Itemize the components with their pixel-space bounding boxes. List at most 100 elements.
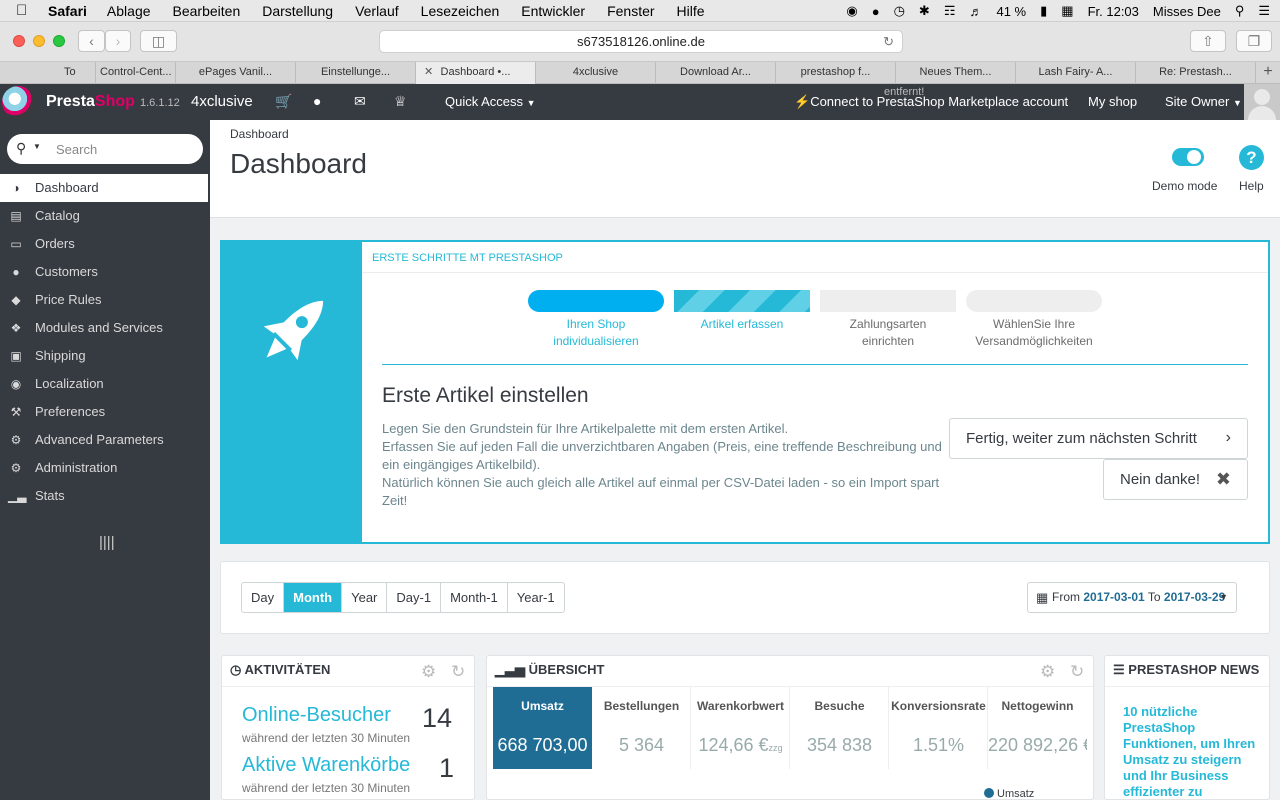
sidebar-item-price-rules[interactable]: ◆ Price Rules xyxy=(0,286,210,314)
tab[interactable]: prestashop f... xyxy=(776,62,896,84)
time-machine-icon[interactable]: ◷ xyxy=(894,3,905,19)
step-label-2[interactable]: Artikel erfassen xyxy=(667,316,817,333)
menu-verlauf[interactable]: Verlauf xyxy=(355,3,399,19)
battery-icon[interactable]: ▮ xyxy=(1040,3,1047,19)
kpi-sales[interactable]: Umsatz 668 703,00 xyxy=(493,687,592,769)
bluetooth-icon[interactable]: ✱ xyxy=(919,3,930,19)
period-day-1-button[interactable]: Day-1 xyxy=(387,583,442,612)
tab[interactable]: To xyxy=(38,62,96,84)
back-button[interactable]: ‹ xyxy=(78,30,105,52)
sidebar-item-localization[interactable]: ◉ Localization xyxy=(0,370,210,398)
period-year-button[interactable]: Year xyxy=(342,583,388,612)
menu-ablage[interactable]: Ablage xyxy=(107,3,151,19)
menu-darstellung[interactable]: Darstellung xyxy=(262,3,333,19)
sidebar-item-administration[interactable]: ⚙ Administration xyxy=(0,454,210,482)
tab[interactable]: Einstellunge... xyxy=(296,62,416,84)
kpi-conversion[interactable]: Konversionsrate 1.51% xyxy=(889,687,988,769)
clock[interactable]: Fr. 12:03 xyxy=(1088,4,1139,19)
tab[interactable]: Control-Cent... xyxy=(96,62,176,84)
refresh-icon[interactable]: ↻ xyxy=(451,662,465,682)
connect-marketplace-link[interactable]: ⚡Connect to PrestaShop Marketplace accou… xyxy=(794,94,1068,110)
menu-hilfe[interactable]: Hilfe xyxy=(677,3,705,19)
sync-icon[interactable]: ● xyxy=(872,4,880,19)
period-month-1-button[interactable]: Month-1 xyxy=(441,583,508,612)
chevron-down-icon[interactable]: ▼ xyxy=(33,142,41,151)
menu-bearbeiten[interactable]: Bearbeiten xyxy=(173,3,241,19)
user-icon[interactable]: ● xyxy=(313,93,321,109)
sidebar-item-catalog[interactable]: ▤ Catalog xyxy=(0,202,210,230)
battery-percent[interactable]: 41 % xyxy=(996,4,1026,19)
cart-icon[interactable]: 🛒 xyxy=(275,93,292,110)
volume-icon[interactable]: ♬ xyxy=(969,4,982,19)
menu-fenster[interactable]: Fenster xyxy=(607,3,654,19)
date-range-picker[interactable]: ▦ From 2017-03-01 To 2017-03-29 ▼ xyxy=(1027,582,1237,613)
close-window-icon[interactable] xyxy=(13,35,25,47)
kpi-net-profit[interactable]: Nettogewinn 220 892,26 € xyxy=(988,687,1093,769)
period-month-button[interactable]: Month xyxy=(284,583,343,612)
sidebar-item-orders[interactable]: ▭ Orders xyxy=(0,230,210,258)
search-icon[interactable]: ⚲ xyxy=(16,140,26,157)
sidebar-item-advanced-parameters[interactable]: ⚙ Advanced Parameters xyxy=(0,426,210,454)
share-icon[interactable]: ⇧ xyxy=(1190,30,1226,52)
close-tab-icon[interactable]: ✕ xyxy=(424,62,433,83)
address-bar[interactable]: s673518126.online.de ↻ xyxy=(379,30,903,53)
avatar[interactable] xyxy=(1244,84,1280,122)
minimize-window-icon[interactable] xyxy=(33,35,45,47)
search-input[interactable]: ⚲ ▼ Search xyxy=(7,134,203,164)
step-label-1[interactable]: Ihren Shop individualisieren xyxy=(521,316,671,350)
apple-icon[interactable]:  xyxy=(16,2,34,19)
wifi-icon[interactable]: ☶ xyxy=(944,3,956,19)
period-day-button[interactable]: Day xyxy=(242,583,285,612)
creative-cloud-icon[interactable]: ◉ xyxy=(846,3,857,19)
notification-icon[interactable]: ☰ xyxy=(1258,3,1270,19)
refresh-icon[interactable]: ↻ xyxy=(1070,662,1084,682)
new-tab-icon[interactable]: + xyxy=(1256,62,1280,83)
tab[interactable]: Download Ar... xyxy=(656,62,776,84)
tabs-overview-icon[interactable]: ❐ xyxy=(1236,30,1272,52)
collapse-sidebar-icon[interactable]: |||| xyxy=(99,534,115,551)
tab[interactable]: Lash Fairy- A... xyxy=(1016,62,1136,84)
trophy-icon[interactable]: ♕ xyxy=(394,93,407,110)
sidebar-item-modules[interactable]: ❖ Modules and Services xyxy=(0,314,210,342)
sidebar-item-preferences[interactable]: ⚒ Preferences xyxy=(0,398,210,426)
breadcrumb[interactable]: Dashboard xyxy=(230,127,289,141)
no-thanks-button[interactable]: Nein danke! ✖ xyxy=(1103,459,1248,500)
kpi-cart-value[interactable]: Warenkorbwert 124,66 €zzg xyxy=(691,687,790,769)
user-name[interactable]: Misses Dee xyxy=(1153,4,1221,19)
tab-active[interactable]: ✕ Dashboard •... xyxy=(416,62,536,84)
shop-name-link[interactable]: 4xclusive xyxy=(191,93,253,110)
menu-app-name[interactable]: Safari xyxy=(48,3,87,19)
sidebar-item-dashboard[interactable]: ◑ Dashboard xyxy=(0,174,208,202)
active-carts-link[interactable]: Aktive Warenkörbe xyxy=(242,754,410,777)
sidebar-item-customers[interactable]: ● Customers xyxy=(0,258,210,286)
chart-legend[interactable]: Umsatz xyxy=(984,788,1034,799)
zoom-window-icon[interactable] xyxy=(53,35,65,47)
calendar-icon[interactable]: ▦ xyxy=(1061,3,1073,19)
employee-dropdown[interactable]: Site Owner ▼ xyxy=(1165,94,1242,109)
envelope-icon[interactable]: ✉ xyxy=(354,93,366,110)
reload-icon[interactable]: ↻ xyxy=(883,31,894,53)
tab[interactable]: ePages Vanil... xyxy=(176,62,296,84)
tab[interactable]: Neues Them... xyxy=(896,62,1016,84)
gear-icon[interactable]: ⚙ xyxy=(1040,662,1055,682)
sidebar-item-shipping[interactable]: ▣ Shipping xyxy=(0,342,210,370)
demo-mode-toggle[interactable] xyxy=(1172,148,1204,166)
spotlight-icon[interactable]: ⚲ xyxy=(1235,3,1245,19)
tab[interactable]: 4xclusive xyxy=(536,62,656,84)
help-label[interactable]: Help xyxy=(1239,179,1264,193)
my-shop-link[interactable]: My shop xyxy=(1088,94,1137,109)
next-step-button[interactable]: Fertig, weiter zum nächsten Schritt › xyxy=(949,418,1248,459)
menu-entwickler[interactable]: Entwickler xyxy=(521,3,585,19)
quick-access-dropdown[interactable]: Quick Access ▼ xyxy=(445,94,536,109)
kpi-visits[interactable]: Besuche 354 838 xyxy=(790,687,889,769)
prestashop-logo-icon[interactable] xyxy=(2,86,34,118)
forward-button[interactable]: › xyxy=(105,30,131,52)
kpi-orders[interactable]: Bestellungen 5 364 xyxy=(592,687,691,769)
help-icon[interactable]: ? xyxy=(1239,145,1264,170)
period-year-1-button[interactable]: Year-1 xyxy=(508,583,564,612)
tab[interactable]: Re: Prestash... xyxy=(1136,62,1256,84)
menu-lesezeichen[interactable]: Lesezeichen xyxy=(421,3,500,19)
gear-icon[interactable]: ⚙ xyxy=(421,662,436,682)
sidebar-item-stats[interactable]: ▁▃ Stats xyxy=(0,482,210,510)
news-headline-link[interactable]: 10 nützliche PrestaShop Funktionen, um I… xyxy=(1123,704,1263,799)
